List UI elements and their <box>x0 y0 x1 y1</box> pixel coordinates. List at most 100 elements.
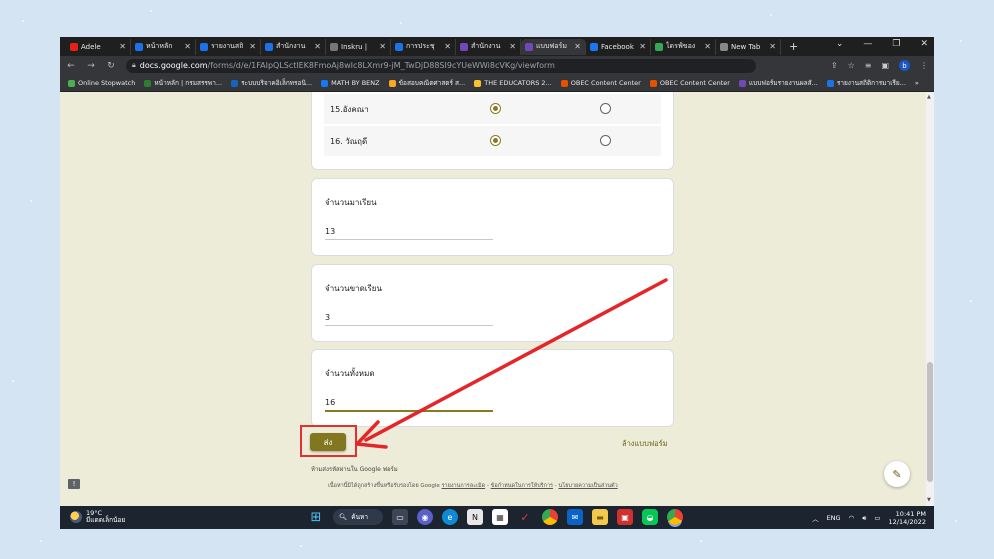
scroll-up-icon[interactable]: ▲ <box>927 94 931 100</box>
lock-icon: 🔒︎ <box>132 61 136 69</box>
close-icon[interactable]: ✕ <box>574 42 581 51</box>
browser-tab[interactable]: สำนักงาน ✕ <box>261 38 326 55</box>
browser-tab-active[interactable]: แบบฟอร์ม ✕ <box>521 38 586 55</box>
privacy-link[interactable]: นโยบายความเป็นส่วนตัว <box>559 483 618 489</box>
question-label: จำนวนมาเรียน <box>325 198 377 207</box>
line-app-icon[interactable]: ◒ <box>642 509 658 525</box>
file-explorer-icon[interactable]: ▬ <box>592 509 608 525</box>
bookmark-item[interactable]: OBEC Content Center <box>560 79 641 87</box>
address-bar[interactable]: 🔒︎ docs.google.com/forms/d/e/1FAIpQLSctl… <box>126 58 756 73</box>
question-card-total: จำนวนทั้งหมด 16 <box>311 349 674 427</box>
edit-pencil-icon[interactable]: ✎ <box>884 461 910 487</box>
tab-favicon-icon <box>70 42 78 51</box>
report-abuse-link[interactable]: รายงานการละเมิด <box>442 483 486 489</box>
chrome-icon[interactable] <box>542 509 558 525</box>
close-icon[interactable]: ✕ <box>769 42 776 51</box>
clock[interactable]: 10:41 PM 12/14/2022 <box>889 510 926 526</box>
menu-icon[interactable]: ⋮ <box>920 61 928 70</box>
clear-form-button[interactable]: ล้างแบบฟอร์ม <box>622 438 668 450</box>
bookmark-item[interactable]: Online Stopwatch <box>68 79 135 87</box>
volume-icon[interactable]: 🔊︎ <box>862 514 866 523</box>
teams-chat-icon[interactable]: ◉ <box>417 509 433 525</box>
bookmark-item[interactable]: ระบบบริจาคอิเล็กทรอนิ... <box>231 78 312 88</box>
forward-icon[interactable]: → <box>86 61 96 71</box>
back-icon[interactable]: ← <box>66 61 76 71</box>
tab-label: Adele <box>81 42 101 51</box>
browser-tab[interactable]: สำนักงาน ✕ <box>456 38 521 55</box>
bookmark-item[interactable]: ข้อสอบคณิตศาสตร์ ส... <box>388 78 465 88</box>
close-icon[interactable]: ✕ <box>639 42 646 51</box>
bookmark-item[interactable]: THE EDUCATORS 2... <box>474 79 552 87</box>
close-icon[interactable]: ✕ <box>184 42 191 51</box>
wifi-icon[interactable]: ◠ <box>849 514 855 522</box>
close-icon[interactable]: ✕ <box>444 42 451 51</box>
tray-chevron-icon[interactable]: ︿ <box>812 513 819 523</box>
answer-input-present[interactable]: 13 <box>325 227 493 240</box>
clock-time: 10:41 PM <box>895 510 926 518</box>
restore-icon[interactable]: ❐ <box>892 39 900 49</box>
start-windows-icon[interactable]: ⊞ <box>308 509 324 525</box>
radio-option[interactable] <box>600 103 611 114</box>
reading-list-icon[interactable]: ≡ <box>865 61 872 70</box>
edge-icon[interactable]: e <box>442 509 458 525</box>
bookmark-item[interactable]: แบบฟอร์มรายงานผลสั... <box>738 78 818 88</box>
bookmark-item[interactable]: หน้าหลัก | กรมสรรพา... <box>144 78 222 88</box>
notion-icon[interactable]: N <box>467 509 483 525</box>
tab-search-icon[interactable]: ⌄ <box>836 39 844 49</box>
tab-label: แบบฟอร์ม <box>536 42 567 50</box>
close-icon[interactable]: ✕ <box>509 42 516 51</box>
share-icon[interactable]: ⇪ <box>831 61 838 70</box>
bookmark-label: Online Stopwatch <box>78 79 136 87</box>
language-indicator[interactable]: ENG <box>827 514 841 522</box>
profile-avatar[interactable]: b <box>899 60 910 71</box>
answer-input-absent[interactable]: 3 <box>325 313 493 326</box>
tab-label: การประชุ <box>406 42 435 50</box>
mail-icon[interactable]: ✉ <box>567 509 583 525</box>
taskbar-search[interactable]: 🔍︎ ค้นหา <box>333 509 383 525</box>
radio-option-selected[interactable] <box>490 103 501 114</box>
toolbar-icons: ⇪ ☆ ≡ ▣ b ⋮ <box>831 60 934 71</box>
report-issue-icon[interactable]: ! <box>68 479 80 489</box>
scroll-down-icon[interactable]: ▼ <box>927 497 931 503</box>
browser-tab[interactable]: New Tab ✕ <box>716 38 781 55</box>
browser-tab[interactable]: รายงานสถิ ✕ <box>196 38 261 55</box>
bookmark-item[interactable]: MATH BY BENZ <box>321 79 380 87</box>
browser-tab[interactable]: หน้าหลัก ✕ <box>131 38 196 55</box>
close-icon[interactable]: ✕ <box>119 42 126 51</box>
close-icon[interactable]: ✕ <box>314 42 321 51</box>
terms-link[interactable]: ข้อกำหนดในการให้บริการ <box>491 483 553 489</box>
close-icon[interactable]: ✕ <box>704 42 711 51</box>
tab-label: สำนักงาน <box>276 42 306 50</box>
answer-input-total[interactable]: 16 <box>325 398 493 412</box>
footer-disclaimer: เนื้อหานี้มิได้ถูกสร้างขึ้นหรือรับรองโดย… <box>328 483 618 489</box>
close-icon[interactable]: ✕ <box>249 42 256 51</box>
red-app-icon[interactable]: ▣ <box>617 509 633 525</box>
radio-option[interactable] <box>600 135 611 146</box>
bookmarks-overflow-button[interactable]: » <box>915 79 919 87</box>
scroll-thumb[interactable] <box>927 362 933 482</box>
window-close-icon[interactable]: ✕ <box>920 39 928 49</box>
vivid-app-icon[interactable]: ✓ <box>517 509 533 525</box>
minimize-icon[interactable]: — <box>863 39 872 49</box>
browser-tab[interactable]: Inskru | ✕ <box>326 38 391 55</box>
bookmark-item[interactable]: รายงานสถิติการมาเรีย... <box>826 78 906 88</box>
close-icon[interactable]: ✕ <box>379 42 386 51</box>
browser-tab[interactable]: Adele ✕ <box>66 38 131 55</box>
bookmark-star-icon[interactable]: ☆ <box>848 61 855 70</box>
chrome-active-icon[interactable] <box>667 509 683 525</box>
weather-widget[interactable]: 19°C มีแดดเล็กน้อย <box>70 510 125 524</box>
tab-label: Facebook <box>601 42 634 51</box>
scrollbar[interactable]: ▲ ▼ <box>926 92 934 506</box>
battery-icon[interactable]: ▭ <box>874 514 880 522</box>
browser-tab[interactable]: ไดรฟ์ของ ✕ <box>651 38 716 55</box>
task-view-icon[interactable]: ▭ <box>392 509 408 525</box>
bookmark-label: ระบบบริจาคอิเล็กทรอนิ... <box>241 79 313 87</box>
radio-option-selected[interactable] <box>490 135 501 146</box>
reload-icon[interactable]: ↻ <box>106 61 116 71</box>
browser-tab[interactable]: การประชุ ✕ <box>391 38 456 55</box>
browser-tab[interactable]: Facebook ✕ <box>586 38 651 55</box>
bookmark-item[interactable]: OBEC Content Center <box>649 79 730 87</box>
side-panel-icon[interactable]: ▣ <box>881 61 889 70</box>
store-icon[interactable]: ▦ <box>492 509 508 525</box>
new-tab-button[interactable]: + <box>789 40 798 53</box>
